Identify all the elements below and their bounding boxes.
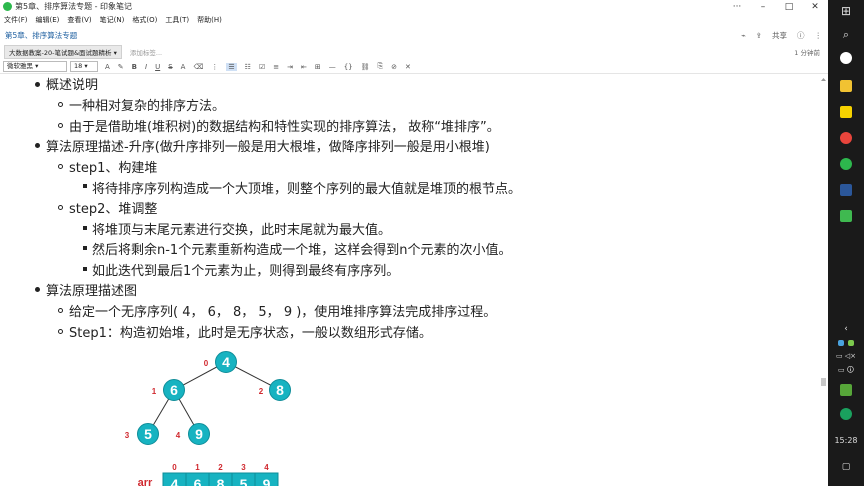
checklist-button[interactable]: ☑ xyxy=(259,63,265,71)
more-options-icon[interactable]: ⋮ xyxy=(815,31,823,40)
menu-help[interactable]: 帮助(H) xyxy=(197,15,222,25)
align-left-button[interactable]: ≡ xyxy=(273,63,279,71)
menu-file[interactable]: 文件(F) xyxy=(4,15,28,25)
close-toolbar-icon[interactable]: ✕ xyxy=(405,63,411,71)
attachment-icon[interactable]: ⎘ xyxy=(378,62,384,71)
clock[interactable]: 15:28 xyxy=(828,436,864,445)
search-icon[interactable]: ⌕ xyxy=(828,28,864,42)
scrollbar[interactable] xyxy=(820,78,827,486)
array-index: 1 xyxy=(195,463,200,472)
link-button[interactable]: ⛓ xyxy=(361,63,370,71)
array-index: 4 xyxy=(264,463,269,472)
eraser-icon[interactable]: ⌫ xyxy=(193,63,203,71)
array-cell-value: 9 xyxy=(263,476,271,486)
heap-node-value: 9 xyxy=(195,426,203,442)
folder-icon[interactable] xyxy=(840,80,852,92)
text-color-icon[interactable]: A xyxy=(105,63,110,71)
menu-note[interactable]: 笔记(N) xyxy=(100,15,125,25)
menu-view[interactable]: 查看(V) xyxy=(67,15,91,25)
heap-diagram: 4 0 6 1 8 2 5 3 9 4 arr 0 4 1 6 2 8 3 5 4 9 xyxy=(125,351,291,486)
heap-node-index: 1 xyxy=(152,387,157,396)
notebook-selector[interactable]: 大数据教案-20-笔试题&面试题精析 ▾ xyxy=(4,45,122,59)
underline-button[interactable]: U xyxy=(155,63,160,71)
input-method-icon[interactable]: ▭ 🛈 xyxy=(828,366,864,377)
app-window: 第5章、排序算法专题 - 印象笔记 ··· – □ ✕ 文件(F) 编辑(E) … xyxy=(0,0,828,486)
info-icon[interactable]: ⓘ xyxy=(797,30,805,41)
align-icon[interactable]: ⋮ xyxy=(211,63,218,71)
bluetooth-icon[interactable] xyxy=(838,340,844,346)
notebook-name: 大数据教案-20-笔试题&面试题精析 xyxy=(9,49,112,57)
array-cell-value: 6 xyxy=(194,476,202,486)
heap-node-value: 8 xyxy=(276,382,284,398)
numbered-list-button[interactable]: ☷ xyxy=(245,63,251,71)
strikethrough-button[interactable]: S xyxy=(168,63,172,71)
evernote-logo-icon xyxy=(3,2,12,11)
more-icon[interactable]: ··· xyxy=(724,2,750,12)
maximize-button[interactable]: □ xyxy=(776,2,802,12)
bold-button[interactable]: B xyxy=(132,63,137,71)
minimize-button[interactable]: – xyxy=(750,2,776,12)
chevron-up-icon[interactable]: ‹ xyxy=(828,324,864,334)
notification-icon[interactable]: ▢ xyxy=(828,462,864,472)
outdent-button[interactable]: ⇤ xyxy=(301,63,307,71)
divider-button[interactable]: — xyxy=(329,63,336,71)
system-taskbar: ⊞ ⌕ ‹ ▭ ◁× ▭ 🛈 15:28 ▢ xyxy=(828,0,864,486)
evernote-icon[interactable] xyxy=(840,158,852,170)
last-edited: 1 分钟前 xyxy=(794,49,820,57)
app-icon[interactable] xyxy=(840,210,852,222)
array-cell-value: 4 xyxy=(171,476,179,486)
heap-node-index: 0 xyxy=(204,359,209,368)
format-toolbar: 微软雅黑 ▾ 18 ▾ A ✎ B I U S A ⌫ ⋮ ☰ ☷ ☑ ≡ ⇥ … xyxy=(0,60,828,74)
array-index: 2 xyxy=(218,463,223,472)
array-cell-value: 5 xyxy=(240,476,248,486)
menu-edit[interactable]: 编辑(E) xyxy=(36,15,60,25)
window-title: 第5章、排序算法专题 - 印象笔记 xyxy=(15,2,133,11)
text-style-button[interactable]: A xyxy=(181,63,186,71)
sticky-notes-icon[interactable] xyxy=(840,106,852,118)
array-label: arr xyxy=(138,477,153,486)
bullet-list-button[interactable]: ☰ xyxy=(226,62,237,71)
heap-node-index: 2 xyxy=(259,387,264,396)
italic-button[interactable]: I xyxy=(145,63,147,71)
array-index: 3 xyxy=(241,463,246,472)
windows-start-icon[interactable]: ⊞ xyxy=(828,4,864,18)
highlight-icon[interactable]: ✎ xyxy=(118,63,124,71)
menu-format[interactable]: 格式(O) xyxy=(132,15,157,25)
note-editor[interactable]: 概述说明 一种相对复杂的排序方法。 由于是借助堆(堆积树)的数据结构和特性实现的… xyxy=(0,76,828,486)
clear-format-button[interactable]: ⊘ xyxy=(391,63,397,71)
share-icon[interactable]: ⇪ xyxy=(756,31,762,40)
note-title[interactable]: 第5章、排序算法专题 xyxy=(5,30,731,41)
wechat-icon[interactable] xyxy=(848,340,854,346)
add-tag-input[interactable]: 添加标签... xyxy=(130,47,794,57)
title-bar: 第5章、排序算法专题 - 印象笔记 ··· – □ ✕ xyxy=(0,0,828,13)
note-header: 第5章、排序算法专题 ⌁ ⇪ 共享 ⓘ ⋮ xyxy=(0,26,828,44)
browser-icon[interactable] xyxy=(840,52,852,64)
heap-node-value: 5 xyxy=(144,426,152,442)
close-button[interactable]: ✕ xyxy=(802,2,828,12)
tray-app-icon[interactable] xyxy=(840,408,852,420)
table-button[interactable]: ⊞ xyxy=(315,63,321,71)
menu-bar: 文件(F) 编辑(E) 查看(V) 笔记(N) 格式(O) 工具(T) 帮助(H… xyxy=(0,13,828,26)
code-block-button[interactable]: {} xyxy=(344,63,353,71)
tag-bar: 大数据教案-20-笔试题&面试题精析 ▾ 添加标签... 1 分钟前 xyxy=(0,44,828,60)
word-icon[interactable] xyxy=(840,184,852,196)
menu-tools[interactable]: 工具(T) xyxy=(165,15,189,25)
network-icon[interactable]: ▭ ◁× xyxy=(828,352,864,360)
chrome-icon[interactable] xyxy=(840,132,852,144)
share-button[interactable]: 共享 xyxy=(772,30,787,41)
heap-node-value: 6 xyxy=(170,382,178,398)
heap-node-value: 4 xyxy=(222,354,230,370)
tray-app-icon[interactable] xyxy=(840,384,852,396)
reminder-icon[interactable]: ⌁ xyxy=(741,31,746,40)
font-family-select[interactable]: 微软雅黑 ▾ xyxy=(3,61,67,72)
array-cell-value: 8 xyxy=(217,476,225,486)
heap-node-index: 3 xyxy=(125,431,130,440)
heap-node-index: 4 xyxy=(176,431,181,440)
font-size-select[interactable]: 18 ▾ xyxy=(70,61,98,72)
indent-button[interactable]: ⇥ xyxy=(287,63,293,71)
array-index: 0 xyxy=(172,463,177,472)
